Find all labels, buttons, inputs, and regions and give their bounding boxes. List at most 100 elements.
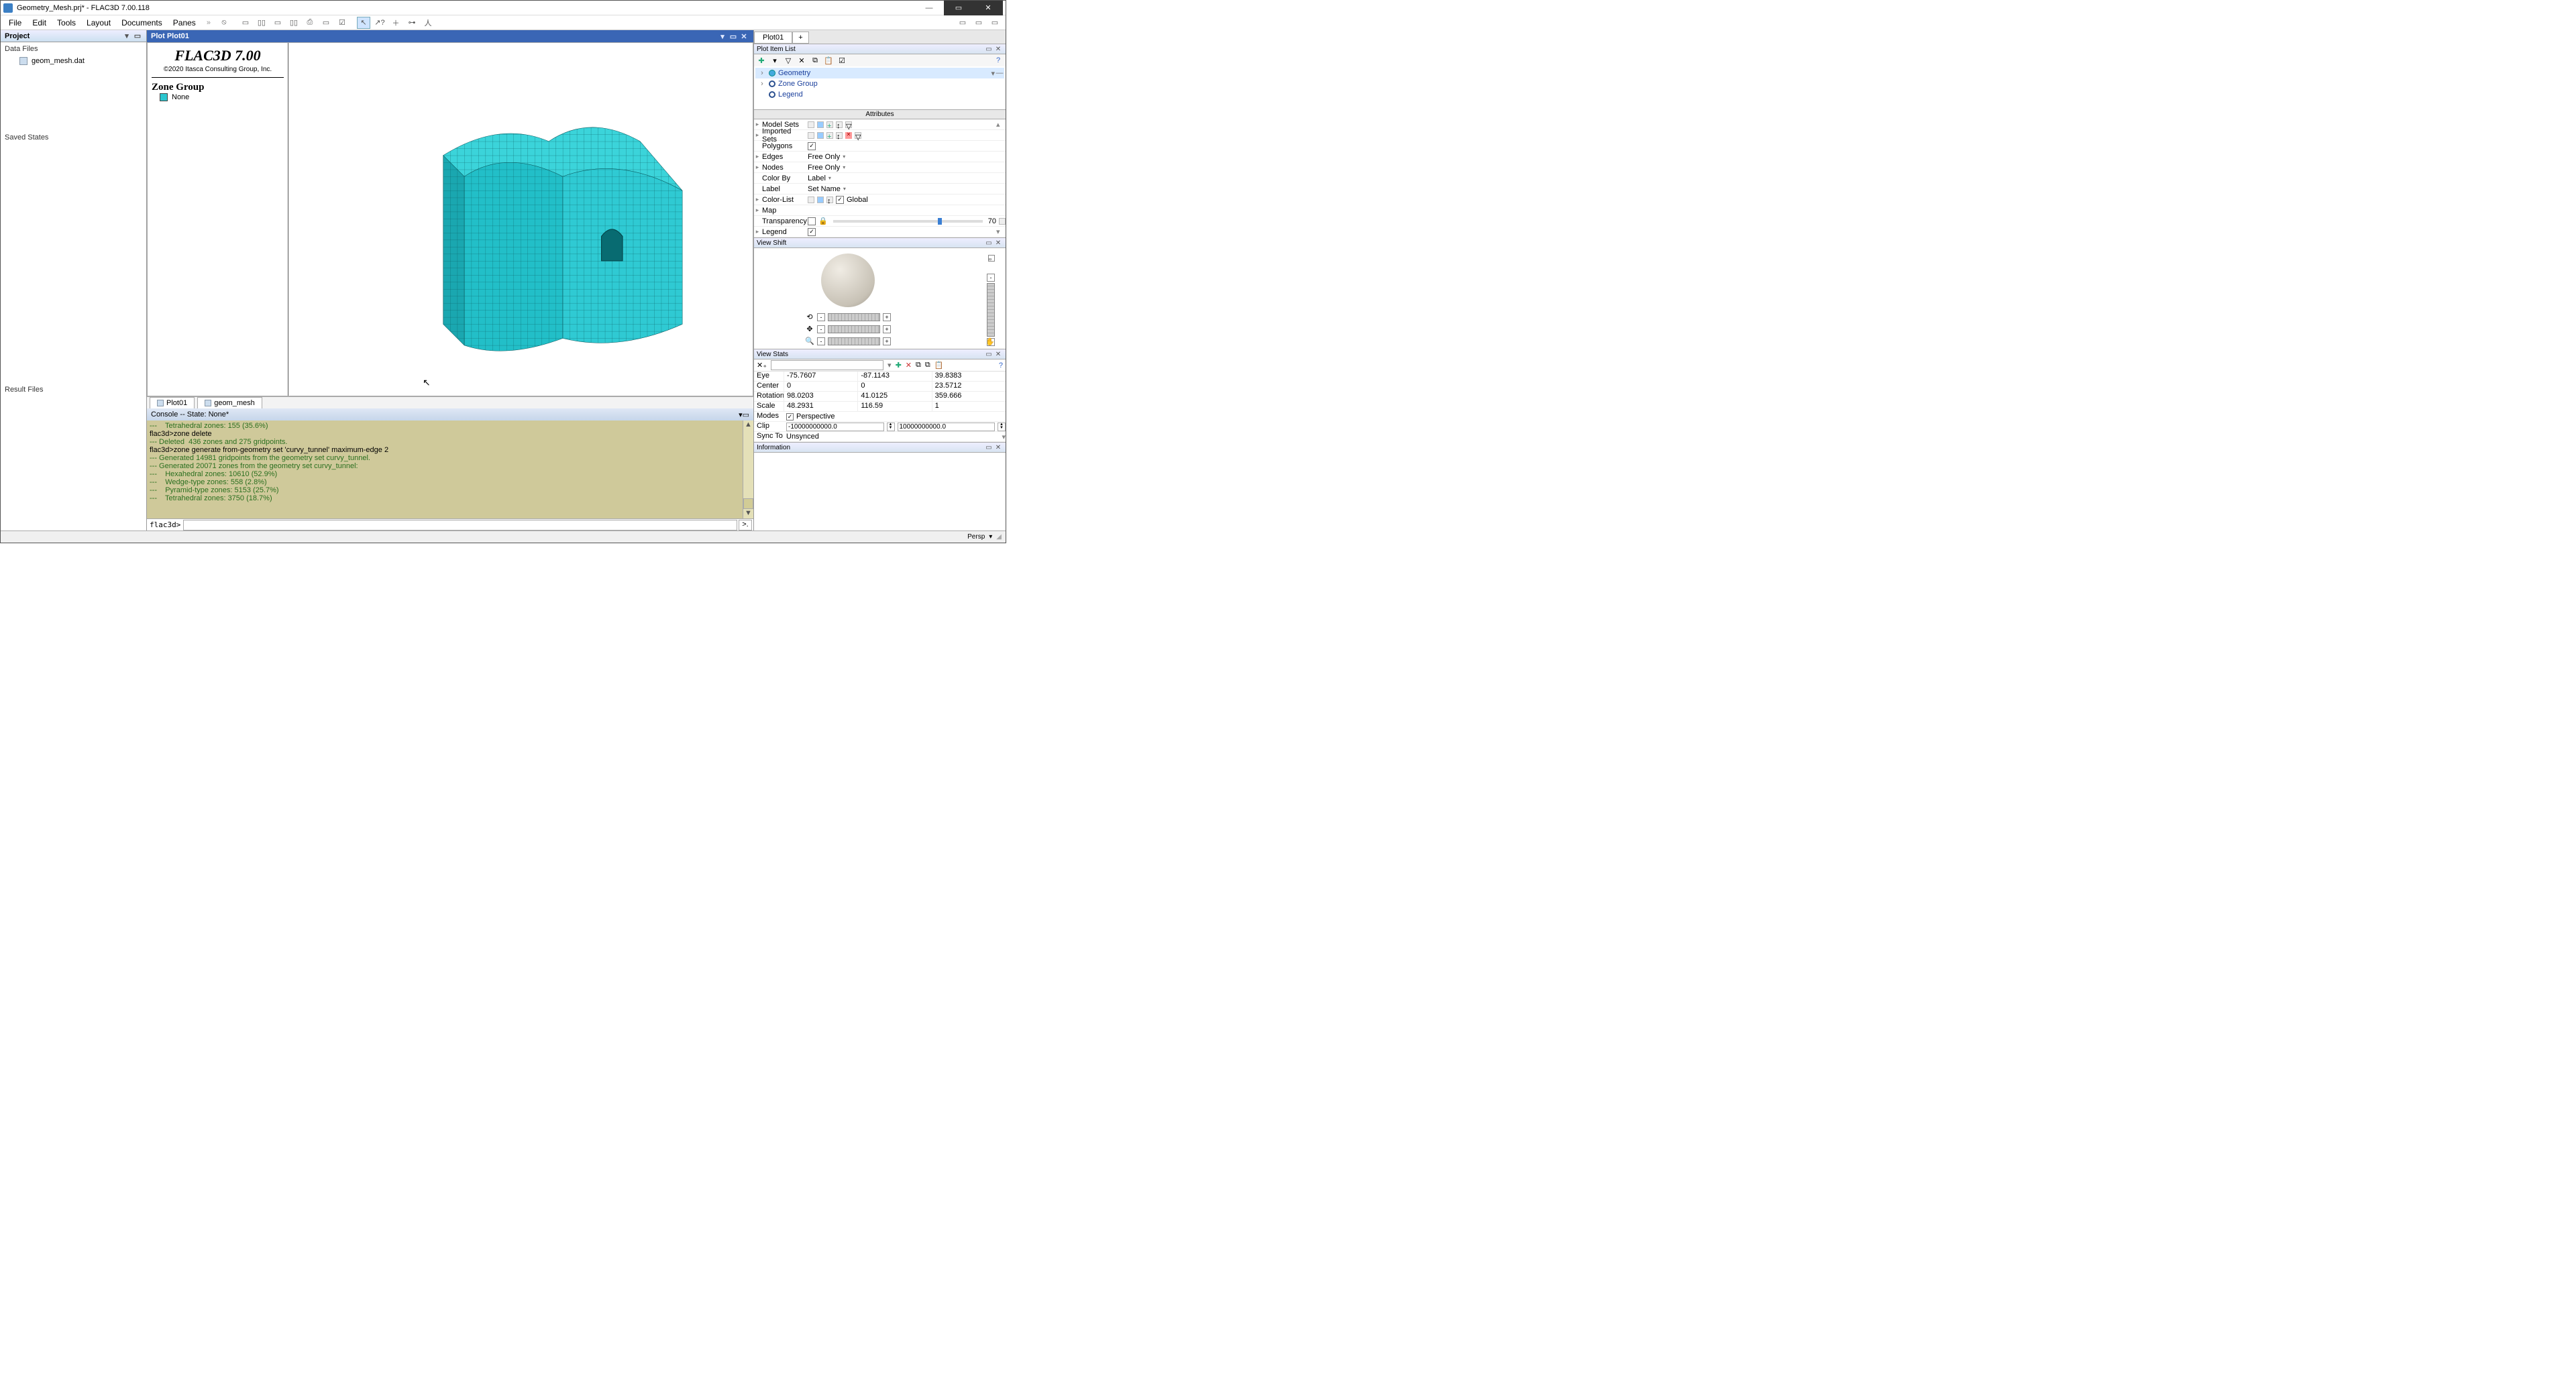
- tree-item-zone-group[interactable]: › Zone Group: [755, 78, 1004, 89]
- console-scrollbar[interactable]: ▲ ▼: [743, 421, 753, 518]
- tab-plot01[interactable]: Plot01: [150, 397, 195, 408]
- panel-float-icon[interactable]: ▭: [984, 239, 994, 247]
- mini-btn[interactable]: [808, 132, 814, 139]
- pil-filter-icon[interactable]: ▽: [784, 56, 793, 65]
- mini-btn[interactable]: [999, 218, 1006, 225]
- panel-float-icon[interactable]: ▭: [984, 444, 994, 451]
- add-icon[interactable]: ＋: [389, 17, 402, 29]
- right-tool2-icon[interactable]: ▭: [972, 17, 985, 29]
- shape-icon[interactable]: 人: [421, 17, 435, 29]
- wheel-minus[interactable]: -: [817, 325, 825, 333]
- print-icon[interactable]: ⎙: [303, 17, 317, 29]
- project-menu-icon[interactable]: ▾: [122, 32, 131, 41]
- menu-layout[interactable]: Layout: [81, 17, 116, 29]
- clip-near-input[interactable]: [786, 423, 884, 431]
- vs-tool-icon[interactable]: ⧉: [916, 361, 921, 370]
- polygons-checkbox[interactable]: ✓: [808, 142, 816, 150]
- close-button[interactable]: ✕: [973, 1, 1003, 15]
- panel-close-icon[interactable]: ✕: [994, 351, 1003, 358]
- maximize-button[interactable]: ▭: [944, 1, 973, 15]
- pan-wheel[interactable]: [828, 325, 880, 333]
- panel-close-icon[interactable]: ✕: [994, 46, 1003, 53]
- wheel-plus[interactable]: +: [883, 337, 891, 345]
- pil-help-icon[interactable]: ?: [994, 56, 1003, 65]
- wheel-minus[interactable]: -: [817, 313, 825, 321]
- check-icon[interactable]: ☑: [335, 17, 349, 29]
- pil-add-icon[interactable]: ✚: [757, 56, 766, 65]
- viewport-3d[interactable]: ↖: [288, 43, 753, 396]
- vs-help-icon[interactable]: ?: [999, 361, 1003, 370]
- right-tool1-icon[interactable]: ▭: [956, 17, 969, 29]
- mini-btn[interactable]: [808, 197, 814, 203]
- mini-btn[interactable]: [817, 197, 824, 203]
- mini-btn[interactable]: ↕: [836, 121, 843, 128]
- colorby-dropdown[interactable]: Label▾: [808, 174, 831, 182]
- wheel-plus[interactable]: +: [883, 325, 891, 333]
- menu-edit[interactable]: Edit: [27, 17, 52, 29]
- vs-add-icon[interactable]: ✚: [896, 361, 902, 370]
- query-icon[interactable]: ↗?: [373, 17, 386, 29]
- zoom-wheel[interactable]: [828, 337, 880, 345]
- axis-select[interactable]: [771, 360, 883, 370]
- pil-check-icon[interactable]: ☑: [837, 56, 847, 65]
- layout1-icon[interactable]: ▭: [239, 17, 252, 29]
- panel-close-icon[interactable]: ✕: [994, 239, 1003, 247]
- export-icon[interactable]: ▭: [319, 17, 333, 29]
- transparency-slider[interactable]: [833, 220, 983, 223]
- minimize-button[interactable]: —: [914, 1, 944, 15]
- mini-btn[interactable]: ↕: [836, 132, 843, 139]
- menu-tools[interactable]: Tools: [52, 17, 81, 29]
- panel-close-icon[interactable]: ✕: [994, 444, 1003, 451]
- trackball[interactable]: [821, 254, 875, 307]
- hand-icon[interactable]: ✋: [985, 337, 995, 346]
- mini-btn[interactable]: [817, 121, 824, 128]
- right-tab-add[interactable]: +: [792, 32, 808, 44]
- clip-spinner[interactable]: ▲▼: [887, 423, 895, 431]
- nodes-dropdown[interactable]: Free Only▾: [808, 164, 845, 172]
- wheel-minus[interactable]: -: [817, 337, 825, 345]
- global-checkbox[interactable]: ✓: [836, 196, 844, 204]
- data-file-item[interactable]: geom_mesh.dat: [1, 56, 146, 66]
- mini-add-icon[interactable]: +: [826, 132, 833, 139]
- mini-btn[interactable]: [808, 121, 814, 128]
- mini-delete-icon[interactable]: ✕: [845, 132, 852, 139]
- mini-add-icon[interactable]: +: [826, 121, 833, 128]
- wheel-plus[interactable]: +: [883, 313, 891, 321]
- stop-icon[interactable]: ⦸: [217, 17, 231, 29]
- label-dropdown[interactable]: Set Name▾: [808, 185, 846, 193]
- plot-close-icon[interactable]: ✕: [739, 32, 749, 41]
- console-submit-button[interactable]: >.: [739, 520, 752, 531]
- layout4-icon[interactable]: ▯▯: [287, 17, 301, 29]
- viewshift-reset-icon[interactable]: ▫: [988, 255, 995, 262]
- mini-btn[interactable]: [817, 132, 824, 139]
- vs-tool-icon[interactable]: 📋: [934, 361, 944, 370]
- menu-file[interactable]: File: [3, 17, 27, 29]
- plot-menu-icon[interactable]: ▾: [717, 32, 728, 41]
- perspective-checkbox[interactable]: ✓: [786, 413, 794, 421]
- plot-min-icon[interactable]: ▭: [728, 32, 739, 41]
- console-input[interactable]: [183, 520, 737, 531]
- pil-caret-icon[interactable]: ▾: [770, 56, 780, 65]
- pil-copy-icon[interactable]: ⧉: [810, 56, 820, 65]
- resize-grip-icon[interactable]: ◢: [996, 533, 1002, 541]
- layout2-icon[interactable]: ▯▯: [255, 17, 268, 29]
- rotate-wheel[interactable]: [828, 313, 880, 321]
- transparency-checkbox[interactable]: [808, 217, 816, 225]
- pil-paste-icon[interactable]: 📋: [824, 56, 833, 65]
- right-tool3-icon[interactable]: ▭: [988, 17, 1002, 29]
- status-caret-icon[interactable]: ▾: [989, 533, 992, 541]
- mini-filter-icon[interactable]: ▽: [855, 132, 861, 139]
- measure-icon[interactable]: ⊶: [405, 17, 419, 29]
- clip-spinner[interactable]: ▲▼: [998, 423, 1006, 431]
- vwheel-minus[interactable]: -: [987, 274, 995, 282]
- pointer-icon[interactable]: ↖: [357, 17, 370, 29]
- panel-float-icon[interactable]: ▭: [984, 351, 994, 358]
- menu-documents[interactable]: Documents: [116, 17, 168, 29]
- project-float-icon[interactable]: ▭: [133, 32, 142, 41]
- axis-icon[interactable]: ✕₊: [757, 361, 767, 370]
- vs-tool-icon[interactable]: ⧉: [925, 361, 930, 370]
- clip-far-input[interactable]: [898, 423, 996, 431]
- layout3-icon[interactable]: ▭: [271, 17, 284, 29]
- plot-area[interactable]: FLAC3D 7.00 ©2020 Itasca Consulting Grou…: [147, 42, 753, 396]
- pil-delete-icon[interactable]: ✕: [797, 56, 806, 65]
